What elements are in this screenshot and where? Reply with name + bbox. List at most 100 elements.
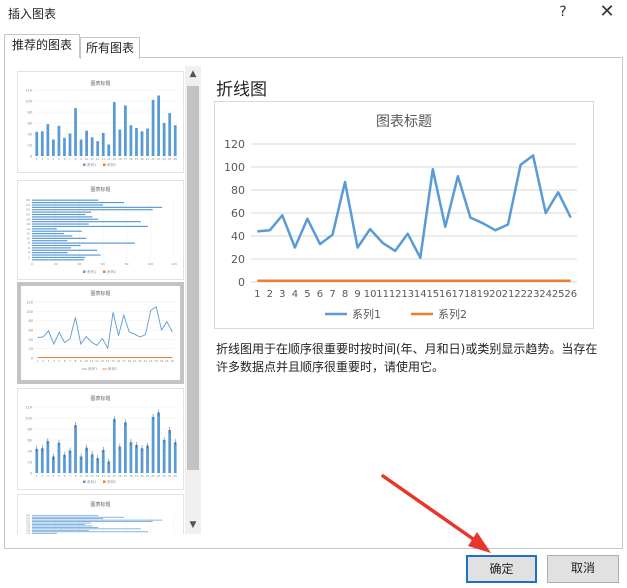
x-tick-label: 5	[304, 289, 310, 300]
thumb-bar	[146, 128, 149, 156]
thumb-x-tick: 80	[125, 262, 129, 266]
thumb-bar	[32, 522, 92, 524]
x-tick-label: 22	[514, 289, 527, 300]
thumb-bar	[32, 235, 73, 237]
thumbnail-clustered-bar[interactable]: 图表标题 0 20 40 60 80 100 120 2 4 6 8 10 12 14 16 18 20 22 24…	[17, 180, 184, 280]
thumb-y-tick: 24	[26, 203, 30, 207]
thumb-y-tick: 20	[28, 144, 32, 148]
thumbnail-scrollbar[interactable]: ▲ ▼	[185, 66, 201, 534]
chart-thumbnail-list: 图表标题 0 20 40 60 80 100 120 1 2 3 4 5 6 7 8 9 10 11 12 13 14 1…	[11, 66, 201, 534]
thumb-x-tick: 24	[160, 359, 164, 363]
thumb-bar	[101, 132, 105, 156]
ok-button[interactable]: 确定	[466, 555, 537, 583]
thumb-x-tick: 13	[101, 359, 105, 363]
cancel-button[interactable]: 取消	[547, 555, 619, 583]
close-button[interactable]: ✕	[594, 1, 620, 23]
x-tick-label: 23	[527, 289, 540, 300]
thumb-x-tick: 14	[107, 157, 111, 161]
thumbnail-line[interactable]: 图表标题 0 20 40 60 80 100 120 1 2 3 4 5 6 7 8 9 10 11 12 13 14 1…	[17, 282, 184, 384]
thumb-bar	[32, 516, 125, 518]
x-tick-label: 9	[354, 289, 360, 300]
thumb-bar	[90, 137, 94, 156]
thumb-y-tick: 100	[25, 417, 32, 421]
x-tick-label: 14	[414, 289, 427, 300]
thumb-legend-label: 系列1	[87, 479, 96, 484]
thumb-x-tick: 100	[147, 262, 153, 266]
x-tick-label: 2	[267, 289, 273, 300]
y-tick-label: 80	[231, 184, 245, 197]
thumb-x-tick: 24	[162, 474, 166, 478]
thumb-x-tick: 20	[140, 474, 144, 478]
x-tick-label: 15	[426, 289, 439, 300]
thumb-y-tick: 100	[26, 310, 33, 314]
thumb-bar	[168, 113, 172, 156]
thumb-bar	[32, 532, 57, 534]
thumb-x-tick: 16	[117, 359, 121, 363]
thumb-bar	[32, 521, 153, 522]
thumb-x-tick: 14	[107, 474, 111, 478]
thumb-bar	[85, 130, 88, 156]
thumbnail-clustered-column[interactable]: 图表标题 0 20 40 60 80 100 120 1 2 3 4 5 6 7 8 9 10 11 12 13 14 1…	[17, 71, 184, 173]
thumb-x-tick: 13	[101, 157, 105, 161]
thumb-bar	[32, 218, 99, 220]
thumb-x-tick: 17	[122, 359, 126, 363]
scroll-down-arrow-icon[interactable]: ▼	[185, 517, 201, 534]
thumb-legend-swatch	[103, 163, 106, 166]
thumb-x-tick: 22	[151, 474, 155, 478]
thumb-x-tick: 5	[58, 474, 60, 478]
thumb-bar	[101, 449, 105, 473]
thumb-x-tick: 20	[140, 157, 144, 161]
thumb-legend-swatch	[83, 480, 86, 483]
x-tick-label: 1	[254, 289, 260, 300]
thumb-y-tick: 16	[26, 222, 30, 226]
thumb-legend-label: 系列1	[87, 269, 96, 274]
series1-line	[257, 154, 572, 260]
thumb-x-tick: 6	[64, 359, 66, 363]
thumb-bar	[32, 518, 103, 520]
thumb-y-tick: 10	[26, 236, 30, 240]
thumb-y-tick: 80	[28, 111, 32, 115]
x-tick-label: 6	[317, 289, 323, 300]
x-tick-label: 16	[439, 289, 452, 300]
thumb-x-tick: 26	[171, 359, 175, 363]
thumb-bar	[157, 412, 160, 473]
x-tick-label: 18	[464, 289, 477, 300]
thumb-x-tick: 120	[171, 262, 177, 266]
thumb-bar	[157, 95, 160, 156]
thumb-bar	[32, 211, 92, 213]
thumb-x-tick: 23	[154, 359, 158, 363]
scroll-thumb[interactable]	[187, 86, 199, 470]
thumb-y-tick: 120	[26, 301, 33, 305]
thumb-x-tick: 7	[69, 359, 71, 363]
thumb-x-tick: 23	[157, 157, 161, 161]
thumb-y-tick: 22	[26, 208, 30, 212]
thumb-y-tick: 60	[28, 439, 32, 443]
help-button[interactable]: ?	[553, 2, 573, 22]
legend-series1-label: 系列1	[352, 307, 381, 321]
thumb-bar	[32, 223, 89, 225]
tab-recommended-charts[interactable]: 推荐的图表	[4, 34, 80, 58]
thumb-x-tick: 40	[77, 262, 81, 266]
thumb-bar	[57, 442, 61, 473]
thumb-x-tick: 8	[74, 359, 76, 363]
thumb-x-tick: 7	[69, 157, 71, 161]
thumb-bar	[135, 127, 138, 156]
tab-all-charts[interactable]: 所有图表	[80, 37, 140, 59]
thumb-bar	[46, 124, 50, 156]
thumb-y-tick: 40	[28, 450, 32, 454]
scroll-up-arrow-icon[interactable]: ▲	[185, 66, 201, 83]
dialog-title: 插入图表	[8, 7, 57, 21]
thumb-y-tick: 40	[29, 338, 33, 342]
thumbnail-column-error[interactable]: 图表标题 0 20 40 60 80 100 120 1 2 3 4 5 6 7 8 9 10 11 12 13 14 1…	[17, 388, 184, 490]
thumb-x-tick: 19	[135, 157, 139, 161]
x-tick-label: 26	[564, 289, 577, 300]
thumb-bar	[32, 524, 86, 525]
x-tick-label: 7	[329, 289, 335, 300]
thumb-legend-label: 系列1	[88, 366, 97, 371]
thumb-bar	[68, 133, 72, 156]
thumb-x-tick: 10	[84, 359, 88, 363]
thumb-x-tick: 21	[146, 474, 150, 478]
thumb-bar	[32, 531, 148, 533]
thumb-x-tick: 12	[96, 474, 100, 478]
thumbnail-bar-2[interactable]: 图表标题 2 4 6 8 10 12 14 16 18 20 22 24 26	[17, 494, 184, 534]
